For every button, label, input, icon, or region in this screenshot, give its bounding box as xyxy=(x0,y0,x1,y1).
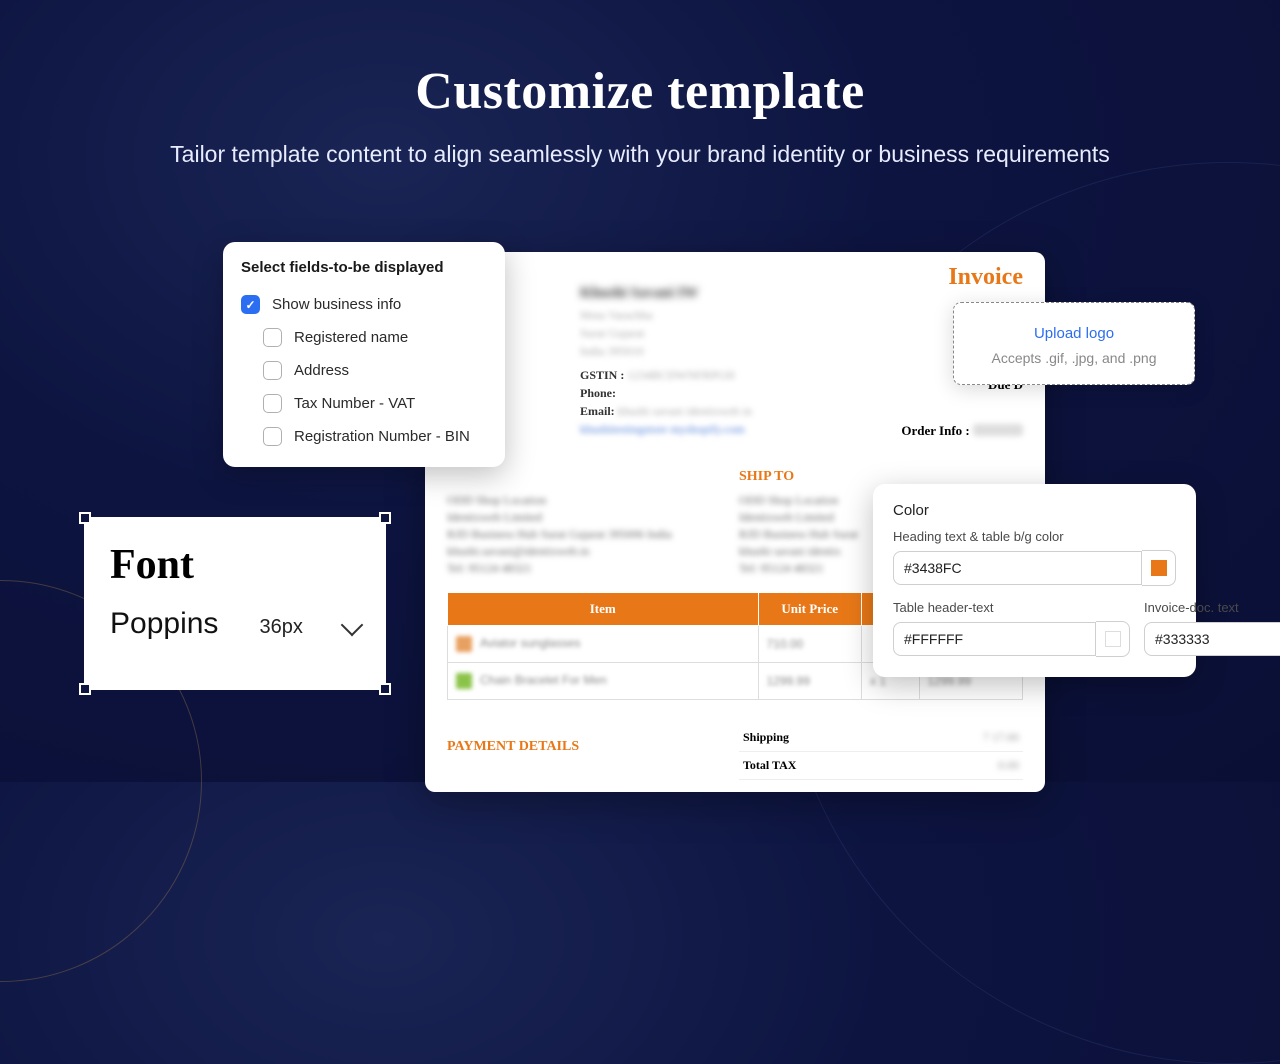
resize-handle[interactable] xyxy=(379,512,391,524)
upload-hint: Accepts .gif, .jpg, and .png xyxy=(970,350,1178,366)
font-family-value: Poppins xyxy=(110,607,218,641)
business-info-block: Khushi Savani IW Mota Varachha Surat Guj… xyxy=(580,284,752,438)
fields-card-title: Select fields-to-be displayed xyxy=(241,259,487,276)
heading-color-swatch[interactable] xyxy=(1142,550,1176,586)
checkbox-address[interactable]: Address xyxy=(263,354,487,387)
invoice-heading: Invoice xyxy=(948,264,1023,291)
header-text-color-label: Table header-text xyxy=(893,600,1130,615)
color-settings-card: Color Heading text & table b/g color Tab… xyxy=(873,484,1196,677)
font-card-title: Font xyxy=(110,541,360,589)
checkbox-icon[interactable] xyxy=(263,394,282,413)
page-subtitle: Tailor template content to align seamles… xyxy=(0,141,1280,168)
chevron-down-icon xyxy=(341,614,364,637)
resize-handle[interactable] xyxy=(79,512,91,524)
checkbox-icon[interactable] xyxy=(263,361,282,380)
color-card-title: Color xyxy=(893,502,1176,519)
payment-details-heading: PAYMENT DETAILS xyxy=(447,739,579,755)
page-title: Customize template xyxy=(0,62,1280,121)
checkbox-registered-name[interactable]: Registered name xyxy=(263,321,487,354)
invoice-totals: Shipping7 17.00 Total TAX0.00 xyxy=(739,724,1023,780)
ship-to-heading: SHIP TO xyxy=(739,469,794,485)
header-text-color-input[interactable] xyxy=(893,622,1096,656)
upload-logo-dropzone[interactable]: Upload logo Accepts .gif, .jpg, and .png xyxy=(953,302,1195,385)
doc-text-color-label: Invoice-doc. text xyxy=(1144,600,1280,615)
heading-color-input[interactable] xyxy=(893,551,1142,585)
fields-selector-card: Select fields-to-be displayed Show busin… xyxy=(223,242,505,467)
font-settings-card[interactable]: Font Poppins 36px xyxy=(84,517,386,690)
upload-logo-link[interactable]: Upload logo xyxy=(970,325,1178,342)
checkbox-icon[interactable] xyxy=(263,328,282,347)
checkbox-icon[interactable] xyxy=(263,427,282,446)
font-size-value: 36px xyxy=(260,616,303,639)
resize-handle[interactable] xyxy=(79,683,91,695)
resize-handle[interactable] xyxy=(379,683,391,695)
header-text-color-swatch[interactable] xyxy=(1096,621,1130,657)
checkbox-registration-number[interactable]: Registration Number - BIN xyxy=(263,420,487,453)
checkbox-icon[interactable] xyxy=(241,295,260,314)
checkbox-label: Show business info xyxy=(272,296,401,313)
font-family-selector[interactable]: Poppins 36px xyxy=(110,607,360,641)
checkbox-tax-number[interactable]: Tax Number - VAT xyxy=(263,387,487,420)
heading-color-label: Heading text & table b/g color xyxy=(893,529,1176,544)
checkbox-show-business-info[interactable]: Show business info xyxy=(241,288,487,321)
doc-text-color-input[interactable] xyxy=(1144,622,1280,656)
